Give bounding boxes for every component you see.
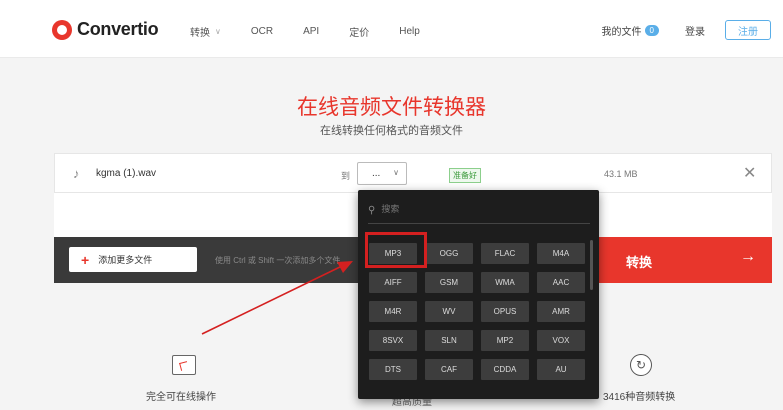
annotation-arrow: [201, 261, 353, 335]
